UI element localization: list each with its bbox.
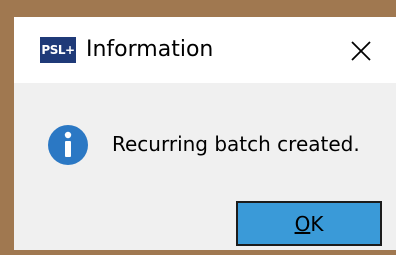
close-icon xyxy=(351,41,371,61)
message-text: Recurring batch created. xyxy=(112,132,360,156)
dialog-title: Information xyxy=(86,37,214,62)
information-icon xyxy=(48,125,88,165)
ok-button-label: K xyxy=(310,211,324,236)
close-button[interactable] xyxy=(336,31,386,71)
app-logo: PSL+ xyxy=(40,37,76,63)
dialog-titlebar: PSL+ Information xyxy=(14,17,396,83)
ok-button[interactable]: OK xyxy=(236,201,382,246)
information-dialog: PSL+ Information Recurring batch created… xyxy=(14,17,396,250)
ok-button-mnemonic: O xyxy=(294,211,311,236)
dialog-body: Recurring batch created. OK xyxy=(14,83,396,250)
